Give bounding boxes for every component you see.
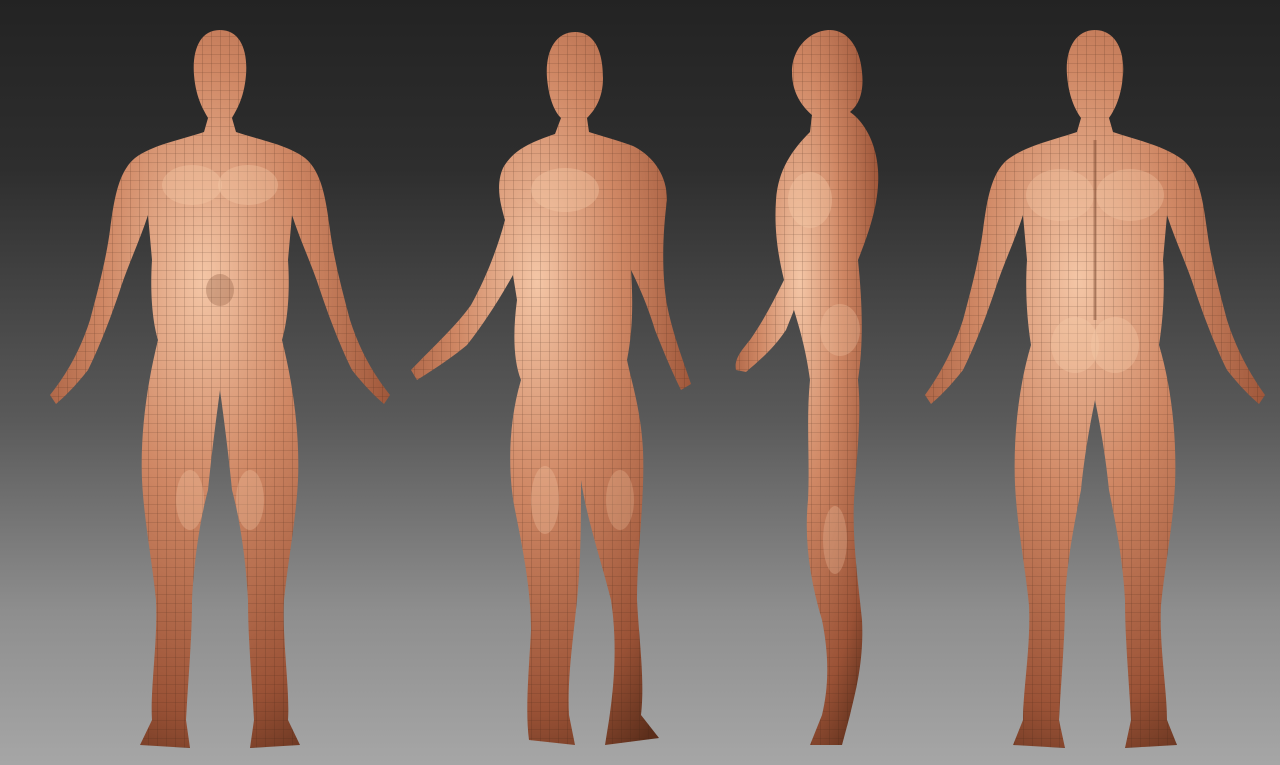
three-quarter-view-figure	[405, 0, 705, 765]
front-view-figure	[40, 0, 400, 765]
back-view-figure	[915, 0, 1275, 765]
side-view-figure	[730, 0, 920, 765]
render-viewport	[0, 0, 1280, 765]
